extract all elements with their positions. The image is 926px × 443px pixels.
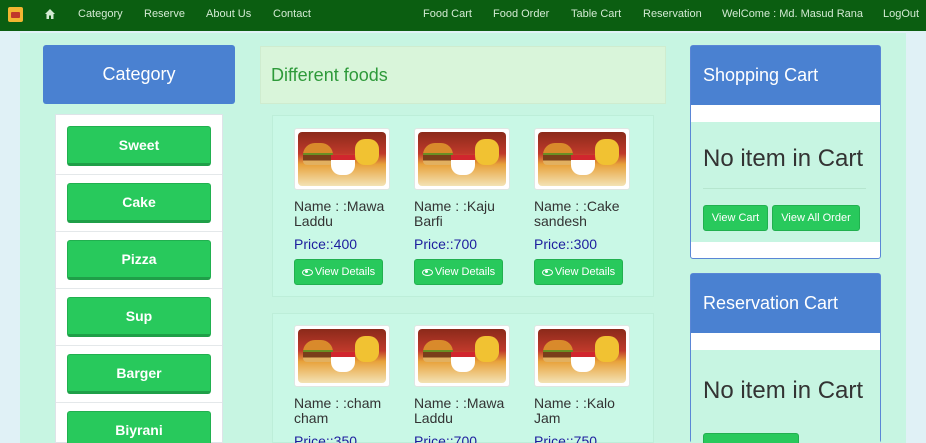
nav-about-us[interactable]: About Us [206, 8, 251, 20]
food-price: Price::750 [534, 433, 598, 443]
food-name: Name : :Kaju Barfi [414, 198, 495, 229]
divider [703, 188, 866, 189]
category-biyrani-button[interactable]: Biyrani [67, 411, 211, 443]
view-details-label: View Details [314, 266, 376, 278]
food-price: Price::350 [294, 433, 358, 443]
food-name: Name : :Mawa Laddu [414, 395, 505, 426]
divider [56, 288, 222, 289]
shopping-cart-title: Shopping Cart [691, 46, 880, 105]
view-details-button[interactable]: View Details [294, 259, 383, 285]
food-image[interactable] [294, 128, 390, 190]
nav-reservation[interactable]: Reservation [643, 8, 702, 20]
divider [56, 174, 222, 175]
shopping-cart-body: No item in Cart View Cart View All Order [691, 122, 880, 242]
reservation-cart-empty-text: No item in Cart [703, 377, 864, 404]
foods-section-title: Different foods [260, 46, 666, 104]
reservation-cart-title: Reservation Cart [691, 274, 880, 333]
shopping-cart-panel: Shopping Cart No item in Cart View Cart … [690, 45, 881, 259]
home-icon[interactable] [44, 8, 56, 20]
nav-table-cart[interactable]: Table Cart [571, 8, 621, 20]
eye-icon [421, 268, 433, 276]
nav-contact[interactable]: Contact [273, 8, 311, 20]
divider [56, 231, 222, 232]
foods-title: Different foods [271, 64, 388, 85]
food-image[interactable] [294, 325, 390, 387]
food-image[interactable] [414, 325, 510, 387]
nav-category[interactable]: Category [78, 8, 123, 20]
view-cart-button[interactable]: View Cart [703, 205, 768, 231]
category-pizza-button[interactable]: Pizza [67, 240, 211, 280]
reservation-cart-button[interactable] [703, 433, 799, 443]
nav-welcome-user[interactable]: WelCome : Md. Masud Rana [722, 8, 863, 20]
category-cake-button[interactable]: Cake [67, 183, 211, 223]
nav-logout[interactable]: LogOut [883, 8, 919, 20]
category-list: Sweet Cake Pizza Sup Barger Biyrani [55, 114, 223, 443]
divider [56, 402, 222, 403]
food-image[interactable] [534, 128, 630, 190]
view-details-label: View Details [554, 266, 616, 278]
nav-food-order[interactable]: Food Order [493, 8, 549, 20]
view-details-button[interactable]: View Details [534, 259, 623, 285]
reservation-cart-panel: Reservation Cart No item in Cart [690, 273, 881, 443]
food-price: Price::300 [534, 236, 598, 252]
view-details-label: View Details [434, 266, 496, 278]
food-name: Name : :Cake sandesh [534, 198, 620, 229]
category-barger-button[interactable]: Barger [67, 354, 211, 394]
view-details-button[interactable]: View Details [414, 259, 503, 285]
nav-food-cart[interactable]: Food Cart [423, 8, 472, 20]
eye-icon [541, 268, 553, 276]
food-price: Price::700 [414, 236, 478, 252]
shopping-cart-empty-text: No item in Cart [703, 145, 864, 172]
food-price: Price::700 [414, 433, 478, 443]
site-logo-icon[interactable] [8, 7, 23, 22]
reservation-cart-body: No item in Cart [691, 350, 880, 443]
category-header: Category [43, 45, 235, 104]
nav-reserve[interactable]: Reserve [144, 8, 185, 20]
category-sup-button[interactable]: Sup [67, 297, 211, 337]
food-price: Price::400 [294, 236, 358, 252]
food-image[interactable] [534, 325, 630, 387]
food-name: Name : :cham cham [294, 395, 382, 426]
view-all-order-button[interactable]: View All Order [772, 205, 860, 231]
divider [56, 345, 222, 346]
top-navbar: Category Reserve About Us Contact Food C… [0, 0, 926, 31]
category-sweet-button[interactable]: Sweet [67, 126, 211, 166]
eye-icon [301, 268, 313, 276]
food-name: Name : :Kalo Jam [534, 395, 615, 426]
food-name: Name : :Mawa Laddu [294, 198, 385, 229]
food-image[interactable] [414, 128, 510, 190]
